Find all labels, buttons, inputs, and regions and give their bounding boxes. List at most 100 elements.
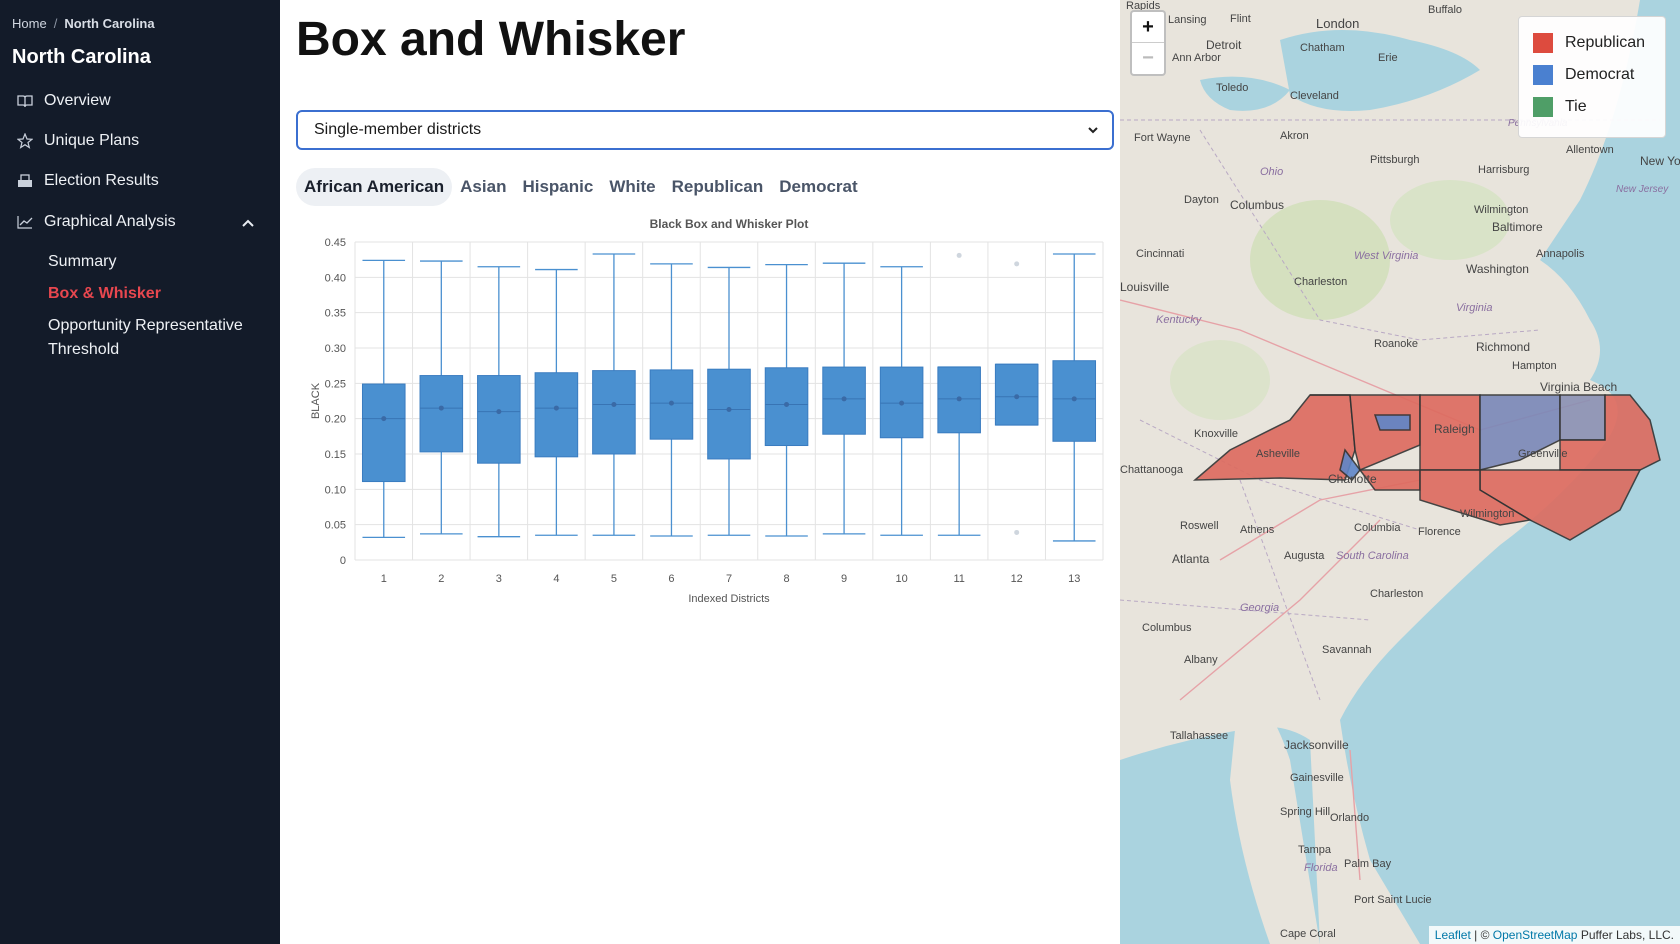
x-tick-label: 10 <box>895 573 907 585</box>
mean-point <box>726 406 732 412</box>
map-label: New Jersey <box>1616 184 1669 195</box>
y-tick-label: 0.25 <box>325 378 346 390</box>
legend-tie: Tie <box>1533 97 1587 117</box>
leaflet-link[interactable]: Leaflet <box>1435 928 1471 942</box>
sidebar-item-unique-plans[interactable]: Unique Plans <box>16 126 264 156</box>
book-icon <box>16 92 34 110</box>
x-tick-label: 3 <box>496 573 502 585</box>
district-map[interactable]: Rapids Lansing Flint London Buffalo Detr… <box>1120 0 1680 944</box>
map-label: Columbus <box>1142 622 1192 634</box>
map-label: Akron <box>1280 130 1309 142</box>
mean-point <box>1071 396 1077 402</box>
map-label: Orlando <box>1330 812 1370 824</box>
sidebar-item-election-results[interactable]: Election Results <box>16 166 264 196</box>
legend-swatch <box>1533 65 1553 85</box>
map-label: Jacksonville <box>1284 738 1349 752</box>
map-label: Richmond <box>1476 340 1531 354</box>
box <box>592 370 636 455</box>
map-label: Georgia <box>1240 602 1280 614</box>
map-label: Toledo <box>1216 82 1249 94</box>
openstreetmap-link[interactable]: OpenStreetMap <box>1493 928 1578 942</box>
sidebar-item-label: Overview <box>44 92 111 109</box>
x-tick-label: 13 <box>1068 573 1080 585</box>
district-type-select[interactable]: Single-member districts <box>296 110 1114 150</box>
map-label: Allentown <box>1566 144 1614 156</box>
breadcrumb: Home / North Carolina <box>12 16 155 31</box>
chevron-up-icon[interactable] <box>242 214 254 232</box>
map-label: Cleveland <box>1290 90 1339 102</box>
legend-republican: Republican <box>1533 33 1645 53</box>
chevron-down-icon <box>1086 123 1100 142</box>
map-label: Harrisburg <box>1478 164 1530 176</box>
page-title: Box and Whisker <box>296 13 686 66</box>
x-tick-label: 1 <box>381 573 387 585</box>
tab-hispanic[interactable]: Hispanic <box>514 168 601 206</box>
y-axis-label: BLACK <box>310 382 322 419</box>
tab-african-american[interactable]: African American <box>296 168 453 206</box>
map-label: Fort Wayne <box>1134 132 1191 144</box>
mean-point <box>956 396 962 402</box>
map-label: Albany <box>1184 654 1218 666</box>
legend-label: Democrat <box>1565 66 1635 83</box>
zoom-control: + − <box>1130 10 1166 76</box>
map-label: Louisville <box>1120 280 1170 294</box>
map-label: Ohio <box>1260 166 1284 178</box>
tab-democrat[interactable]: Democrat <box>771 168 865 206</box>
map-label: Roswell <box>1180 520 1219 532</box>
chart-title: Black Box and Whisker Plot <box>650 217 809 231</box>
x-tick-label: 5 <box>611 573 617 585</box>
legend-label: Republican <box>1565 34 1646 51</box>
sidebar-subitem-opportunity-threshold[interactable]: Opportunity Representative Threshold <box>48 314 268 362</box>
tab-white[interactable]: White <box>601 168 663 206</box>
map-label: Hampton <box>1512 360 1557 372</box>
map-label: Charleston <box>1294 276 1348 288</box>
zoom-out-button[interactable]: − <box>1132 43 1164 73</box>
map-label: Tallahassee <box>1170 730 1229 742</box>
map-label: Greenville <box>1518 448 1568 460</box>
breadcrumb-home-link[interactable]: Home <box>12 16 47 31</box>
map-label: Augusta <box>1284 550 1325 562</box>
tab-asian[interactable]: Asian <box>452 168 514 206</box>
zoom-in-button[interactable]: + <box>1132 12 1164 43</box>
y-tick-label: 0.20 <box>325 414 346 426</box>
select-value: Single-member districts <box>314 121 482 138</box>
map-label: South Carolina <box>1336 550 1409 562</box>
map-label: Knoxville <box>1194 428 1239 440</box>
y-tick-label: 0.30 <box>325 343 346 355</box>
tab-republican[interactable]: Republican <box>664 168 772 206</box>
x-tick-label: 12 <box>1011 573 1023 585</box>
x-tick-label: 7 <box>726 573 732 585</box>
map-attribution: Leaflet | © OpenStreetMap Puffer Labs, L… <box>1428 926 1680 944</box>
sidebar-subitem-summary[interactable]: Summary <box>48 250 268 274</box>
map-label: Ann Arbor <box>1172 52 1221 64</box>
sidebar-item-label: Graphical Analysis <box>44 213 176 230</box>
sidebar-item-graphical-analysis[interactable]: Graphical Analysis <box>16 207 264 237</box>
map-label: Chattanooga <box>1120 464 1183 476</box>
legend-swatch <box>1533 97 1553 117</box>
y-tick-label: 0 <box>340 555 346 567</box>
box <box>534 372 579 458</box>
map-label: Dayton <box>1184 194 1219 206</box>
map-label: Lansing <box>1168 14 1207 26</box>
attribution-separator: | © <box>1470 928 1493 942</box>
map-label: Charlotte <box>1328 472 1377 486</box>
mean-point <box>841 396 847 402</box>
y-tick-label: 0.35 <box>325 308 346 320</box>
breadcrumb-current: North Carolina <box>64 16 155 31</box>
mean-point <box>381 416 387 422</box>
outlier-point <box>1014 261 1020 267</box>
outlier-point <box>956 252 962 258</box>
sidebar-item-overview[interactable]: Overview <box>16 86 264 116</box>
x-tick-label: 9 <box>841 573 847 585</box>
x-axis-label: Indexed Districts <box>688 593 770 605</box>
map-label: Palm Bay <box>1344 858 1392 870</box>
map-label: Virginia Beach <box>1540 380 1618 394</box>
map-label: Roanoke <box>1374 338 1419 350</box>
nc-districts <box>1192 394 1661 541</box>
map-label: Charleston <box>1370 588 1424 600</box>
box <box>477 375 521 464</box>
map-label: Wilmington <box>1474 204 1529 216</box>
mean-point <box>438 405 444 411</box>
map-label: Florida <box>1304 862 1338 874</box>
sidebar-subitem-box-whisker[interactable]: Box & Whisker <box>48 282 268 306</box>
